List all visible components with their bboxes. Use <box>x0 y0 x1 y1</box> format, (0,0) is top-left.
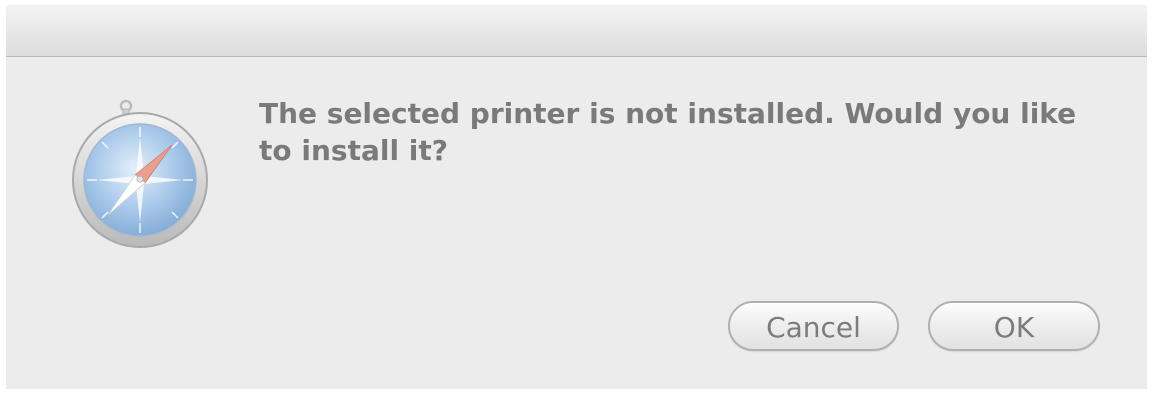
alert-message: The selected printer is not installed. W… <box>259 97 1077 167</box>
cancel-button[interactable]: Cancel <box>728 301 899 351</box>
dialog-title-bar[interactable] <box>6 5 1147 57</box>
alert-dialog: The selected printer is not installed. W… <box>6 5 1147 389</box>
safari-compass-icon <box>64 93 216 251</box>
ok-button[interactable]: OK <box>928 301 1100 351</box>
